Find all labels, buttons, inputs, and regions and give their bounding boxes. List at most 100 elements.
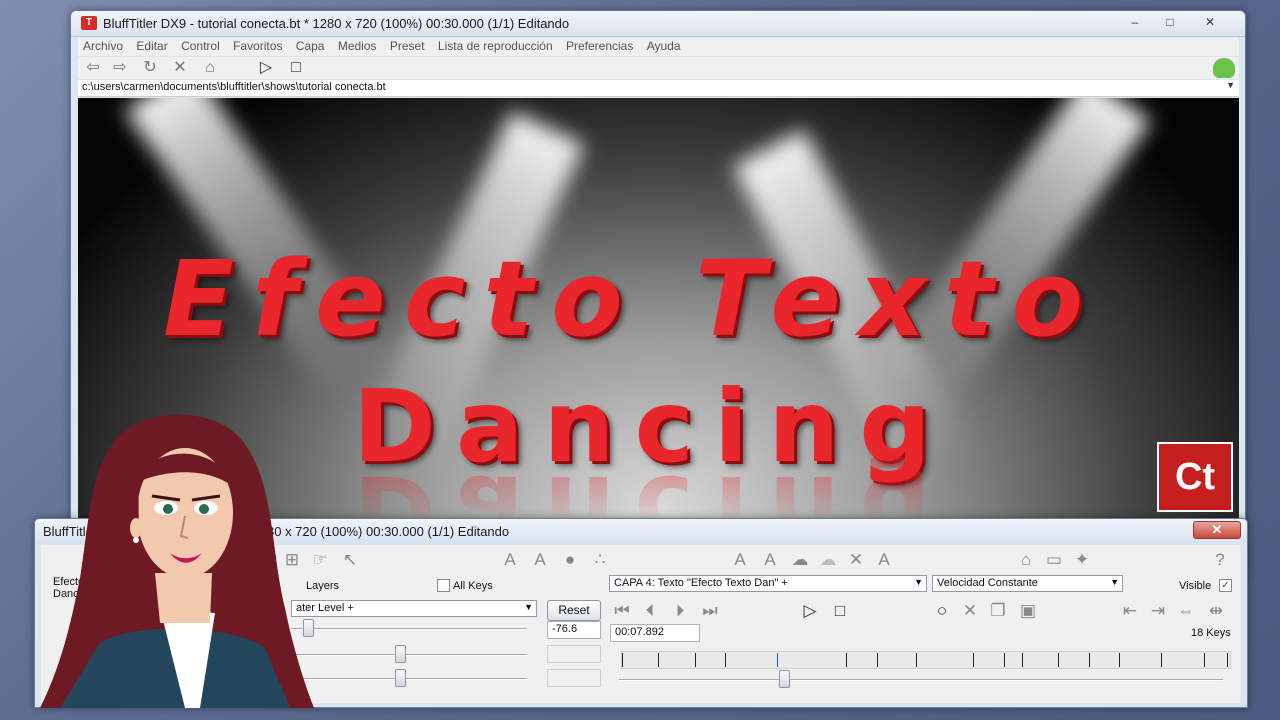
keyframe-timeline[interactable] (621, 651, 1231, 669)
last-key-icon[interactable]: ⏭ (699, 601, 721, 621)
shift-right-icon[interactable]: ⇥ (1147, 601, 1169, 621)
all-keys-checkbox[interactable] (437, 579, 450, 592)
menu-preferencias[interactable]: Preferencias (561, 38, 638, 54)
text-effect-icon[interactable]: A (759, 550, 781, 570)
menu-capa[interactable]: Capa (291, 38, 330, 54)
text-box-icon[interactable]: A (529, 550, 551, 570)
reset-button[interactable]: Reset (547, 600, 601, 621)
stretch-icon[interactable]: ⇔ (1175, 601, 1197, 621)
keyframe-marker[interactable] (846, 653, 847, 667)
all-keys-label: All Keys (453, 580, 493, 592)
prev-key-icon[interactable]: ⏴ (639, 601, 661, 621)
refresh-icon[interactable]: ↻ (138, 59, 162, 77)
back-arrow-icon[interactable]: ⇦ (81, 59, 105, 77)
menu-favoritos[interactable]: Favoritos (228, 38, 287, 54)
add-text-icon[interactable]: A (729, 550, 751, 570)
menu-preset[interactable]: Preset (385, 38, 430, 54)
next-key-icon[interactable]: ⏵ (669, 601, 691, 621)
folder-icon[interactable]: ▭ (1043, 550, 1065, 570)
delete-layer-icon[interactable]: ✕ (845, 550, 867, 570)
panel-close-button[interactable]: ✕ (1193, 521, 1241, 539)
record-key-icon[interactable]: ○ (931, 601, 953, 621)
copy-key-icon[interactable]: ❐ (987, 601, 1009, 621)
text-layer-icon[interactable]: A (499, 550, 521, 570)
keyframe-marker[interactable] (1204, 653, 1205, 667)
menu-lista-reproduccion[interactable]: Lista de reproducción (433, 38, 558, 54)
speed-select[interactable]: Velocidad Constante ▼ (932, 575, 1123, 592)
visible-checkbox[interactable]: ✓ (1219, 579, 1232, 592)
keyframe-marker[interactable] (877, 653, 878, 667)
home-icon[interactable]: ⌂ (198, 59, 222, 77)
chevron-down-icon[interactable]: ▼ (1226, 80, 1235, 90)
keyframe-marker[interactable] (1004, 653, 1005, 667)
shift-left-icon[interactable]: ⇤ (1119, 601, 1141, 621)
keyframe-marker[interactable] (777, 653, 778, 667)
value-field[interactable]: -76.6 (547, 621, 601, 639)
menu-ayuda[interactable]: Ayuda (642, 38, 686, 54)
magic-wand-icon[interactable]: ✦ (1071, 550, 1093, 570)
keys-count: 18 Keys (1191, 627, 1231, 639)
save-icon[interactable]: ⌂ (1015, 550, 1037, 570)
minimize-button[interactable]: – (1121, 13, 1149, 31)
time-slider-thumb[interactable] (779, 670, 790, 688)
layer-select-value: CAPA 4: Texto "Efecto Texto Dan" + (614, 577, 788, 589)
keyframe-marker[interactable] (622, 653, 623, 667)
main-toolbar: ⇦ ⇨ ↻ ✕ ⌂ ▷ □ (78, 57, 1239, 79)
keyframe-marker[interactable] (916, 653, 917, 667)
main-titlebar[interactable]: T BluffTitler DX9 - tutorial conecta.bt … (71, 11, 1245, 37)
first-key-icon[interactable]: ⏮ (611, 601, 633, 621)
keyframe-marker[interactable] (725, 653, 726, 667)
help-icon[interactable]: ? (1209, 550, 1231, 570)
disabled-field (547, 645, 601, 663)
speech-bubble-icon[interactable]: ● (559, 550, 581, 570)
forward-arrow-icon[interactable]: ⇨ (108, 59, 132, 77)
keyframe-marker[interactable] (1022, 653, 1023, 667)
keyframe-marker[interactable] (695, 653, 696, 667)
layer-select[interactable]: CAPA 4: Texto "Efecto Texto Dan" + ▼ (609, 575, 927, 592)
play-icon[interactable]: ▷ (799, 601, 821, 621)
delete-key-icon[interactable]: ✕ (959, 601, 981, 621)
keyframe-marker[interactable] (1161, 653, 1162, 667)
close-icon[interactable]: ✕ (168, 59, 192, 77)
frog-icon[interactable] (1213, 58, 1235, 78)
keyframe-marker[interactable] (1227, 653, 1228, 667)
shrink-icon[interactable]: ⇹ (1205, 601, 1227, 621)
time-field[interactable]: 00:07.892 (610, 624, 700, 642)
cloud-icon[interactable]: ☁ (817, 550, 839, 570)
pointer-icon[interactable]: ↖ (339, 550, 361, 570)
speed-select-value: Velocidad Constante (937, 577, 1038, 589)
chevron-down-icon: ▼ (914, 577, 923, 587)
text-style-icon[interactable]: A (873, 550, 895, 570)
path-bar[interactable]: c:\users\carmen\documents\blufftitler\sh… (78, 80, 1239, 97)
menu-archivo[interactable]: Archivo (78, 38, 128, 54)
menu-editar[interactable]: Editar (131, 38, 172, 54)
keyframe-marker[interactable] (1119, 653, 1120, 667)
keyframe-marker[interactable] (973, 653, 974, 667)
keyframe-marker[interactable] (1058, 653, 1059, 667)
path-text: c:\users\carmen\documents\blufftitler\sh… (82, 81, 386, 93)
menu-control[interactable]: Control (176, 38, 225, 54)
slider-track[interactable] (291, 678, 527, 680)
close-button[interactable]: ✕ (1196, 13, 1224, 31)
app-logo-icon: T (81, 16, 97, 30)
play-icon[interactable]: ▷ (254, 59, 278, 77)
slider-track[interactable] (291, 654, 527, 656)
title-text-line-1: Efecto Texto (163, 238, 1102, 360)
visible-label: Visible (1179, 580, 1212, 592)
property-select[interactable]: ater Level + ▼ (291, 600, 537, 617)
stop-icon[interactable]: □ (829, 601, 851, 621)
maximize-button[interactable]: □ (1156, 13, 1184, 31)
paste-key-icon[interactable]: ▣ (1017, 601, 1039, 621)
ct-logo: Ct (1157, 442, 1233, 512)
cloud-icon[interactable]: ☁ (789, 550, 811, 570)
slider-thumb[interactable] (395, 645, 406, 663)
avatar (40, 414, 314, 708)
slider-thumb[interactable] (395, 669, 406, 687)
particles-icon[interactable]: ∴ (589, 550, 611, 570)
stop-icon[interactable]: □ (284, 59, 308, 77)
menu-medios[interactable]: Medios (333, 38, 382, 54)
value-slider-track[interactable] (291, 628, 527, 630)
keyframe-marker[interactable] (658, 653, 659, 667)
time-slider-track[interactable] (619, 679, 1223, 681)
keyframe-marker[interactable] (1089, 653, 1090, 667)
